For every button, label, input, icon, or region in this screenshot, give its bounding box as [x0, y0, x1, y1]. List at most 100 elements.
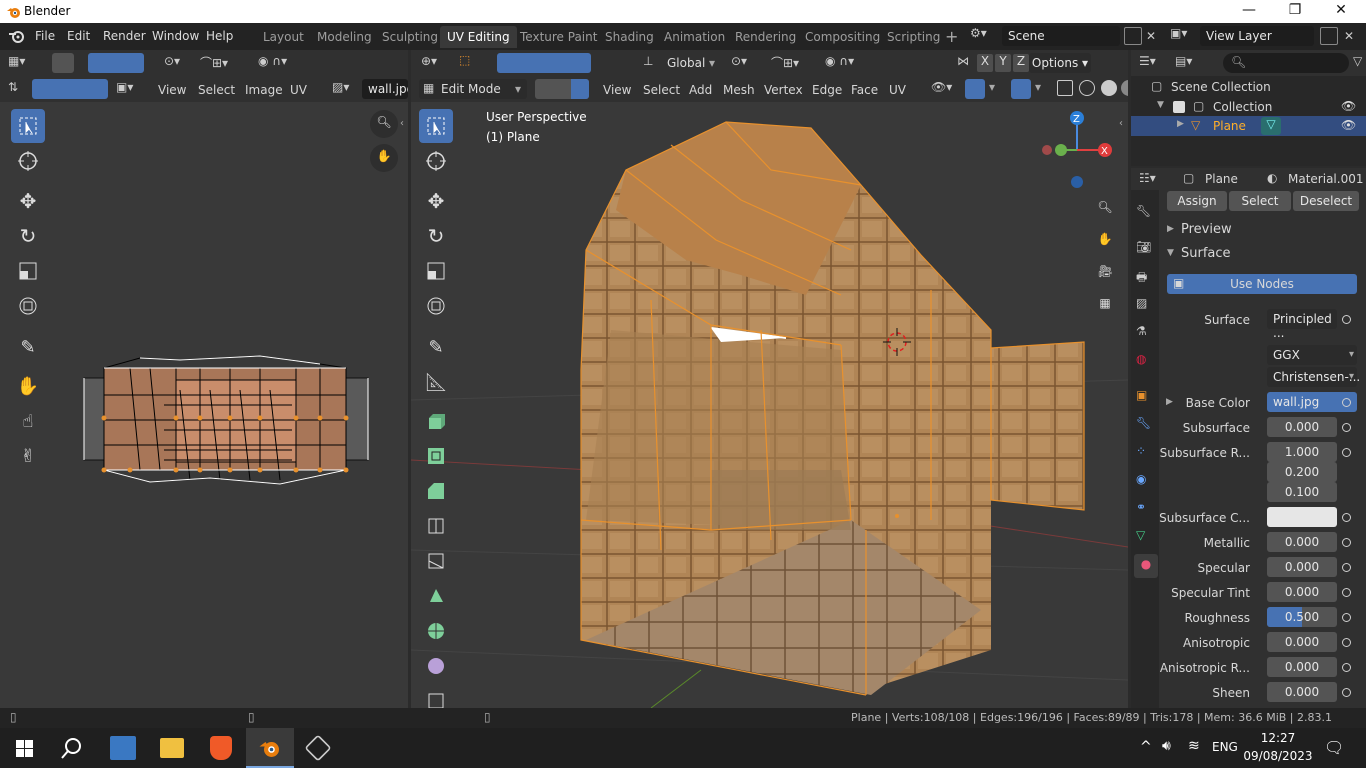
tab-scripting[interactable]: Scripting	[880, 26, 947, 48]
subsurface-color-swatch[interactable]	[1267, 507, 1337, 527]
viewport-menu-vertex[interactable]: Vertex	[764, 83, 803, 97]
surface-link-icon[interactable]	[1342, 315, 1351, 324]
menu-render[interactable]: Render	[103, 29, 146, 43]
clock-time[interactable]: 12:27	[1248, 731, 1308, 745]
extrude-tool[interactable]	[419, 404, 453, 438]
viewport-menu-add[interactable]: Add	[689, 83, 712, 97]
use-nodes-button[interactable]: ▣ Use Nodes	[1167, 274, 1357, 294]
outliner-search-input[interactable]: 🔍︎	[1223, 53, 1349, 73]
proportional-edit-icon[interactable]: ◉ ∩▾	[258, 54, 308, 72]
pinch-tool[interactable]: ✌	[11, 439, 45, 473]
material-tab-icon[interactable]: ●	[1134, 554, 1158, 578]
viewport-proportional-icon[interactable]: ◉ ∩▾	[825, 54, 877, 68]
subsurface-radius-link-icon[interactable]	[1342, 448, 1351, 457]
subsurface-method-chevron-icon[interactable]: ▾	[1349, 371, 1354, 382]
collection-expand-icon[interactable]: ▼	[1157, 100, 1164, 110]
annotate-tool[interactable]: ✎	[11, 330, 45, 364]
sheen-link-icon[interactable]	[1342, 688, 1351, 697]
tab-modeling[interactable]: Modeling	[310, 26, 379, 48]
physics-tab-icon[interactable]: ◉	[1136, 472, 1156, 492]
search-icon[interactable]	[61, 737, 83, 759]
solid-shading-icon[interactable]	[1101, 80, 1117, 96]
add-workspace-icon[interactable]: +	[945, 27, 958, 46]
select-tool-header-icon[interactable]: ⬚	[459, 53, 481, 73]
subsurface-radius-z[interactable]: 0.100	[1267, 482, 1337, 502]
desktop-app-icon[interactable]	[110, 736, 136, 760]
windows-start-icon[interactable]	[16, 740, 33, 757]
view-object-types-icon[interactable]: 👁▾	[931, 80, 961, 94]
sync-selection-icon[interactable]: ⇅	[8, 80, 28, 94]
uv-menu-view[interactable]: View	[158, 83, 186, 97]
scene-selector-icon[interactable]: ⚙▾	[970, 26, 1000, 46]
maximize-button[interactable]: ❐	[1272, 2, 1318, 22]
clock-date[interactable]: 09/08/2023	[1242, 749, 1314, 763]
subsurface-color-link-icon[interactable]	[1342, 513, 1351, 522]
snap-icon[interactable]: ⌒⊞▾	[200, 54, 250, 72]
tab-rendering[interactable]: Rendering	[728, 26, 803, 48]
viewport-cursor-tool[interactable]	[419, 144, 453, 178]
minimize-button[interactable]: —	[1226, 2, 1272, 22]
anisotropic-value[interactable]: 0.000	[1267, 632, 1337, 652]
grab-tool[interactable]: ✋	[11, 369, 45, 403]
subsurface-method-dropdown[interactable]: Christensen-...	[1267, 367, 1360, 387]
overlay-chevron-icon[interactable]: ▾	[1035, 80, 1041, 94]
viewport-transform-tool[interactable]	[419, 289, 453, 323]
transform-orientation-chevron-icon[interactable]: ▾	[709, 56, 715, 70]
tab-sculpting[interactable]: Sculpting	[375, 26, 445, 48]
deselect-button[interactable]: Deselect	[1293, 191, 1359, 211]
viewport-pivot-icon[interactable]: ⊙▾	[731, 54, 761, 68]
metallic-value[interactable]: 0.000	[1267, 532, 1337, 552]
show-hidden-icons-icon[interactable]: ^	[1140, 739, 1152, 755]
spin-tool[interactable]	[419, 614, 453, 648]
outliner-row-plane[interactable]: ▶ ▽ Plane ▽ 👁	[1131, 116, 1366, 136]
view-layer-tab-icon[interactable]: ▨	[1136, 296, 1156, 316]
sheen-value[interactable]: 0.000	[1267, 682, 1337, 702]
select-button[interactable]: Select	[1229, 191, 1291, 211]
viewport-menu-select[interactable]: Select	[643, 83, 680, 97]
tab-compositing[interactable]: Compositing	[798, 26, 887, 48]
3d-viewport[interactable]: ⊕▾ ⬚ ⊥ Global ▾ ⊙▾ ⌒⊞▾ ◉ ∩▾ Options ▾ ▦ …	[411, 50, 1128, 708]
viewport-select-modes-icon[interactable]	[497, 53, 591, 73]
xray-icon[interactable]	[1057, 80, 1073, 96]
mesh-object[interactable]	[411, 50, 1128, 708]
view-layer-icon[interactable]: ▣▾	[1170, 26, 1198, 46]
loop-cut-tool[interactable]	[419, 509, 453, 543]
close-button[interactable]: ✕	[1318, 2, 1364, 22]
move-tool[interactable]: ✥	[11, 184, 45, 218]
anisotropic-rotation-value[interactable]: 0.000	[1267, 657, 1337, 677]
relax-tool[interactable]: ☝	[11, 404, 45, 438]
distribution-chevron-icon[interactable]: ▾	[1349, 349, 1354, 360]
scale-tool[interactable]	[11, 254, 45, 288]
viewport-select-box-tool[interactable]	[419, 109, 453, 143]
unity-hub-icon[interactable]	[304, 734, 332, 762]
constraints-tab-icon[interactable]: ⚭	[1136, 500, 1156, 520]
navigation-gizmo[interactable]: Z X	[1041, 110, 1117, 190]
brave-browser-icon[interactable]	[210, 736, 232, 760]
assign-button[interactable]: Assign	[1167, 191, 1227, 211]
rotate-tool[interactable]: ↻	[11, 219, 45, 253]
orientation-icon[interactable]: ⊥	[643, 54, 659, 68]
metallic-link-icon[interactable]	[1342, 538, 1351, 547]
wireframe-shading-icon[interactable]	[1079, 80, 1095, 96]
roughness-link-icon[interactable]	[1342, 613, 1351, 622]
vertex-edge-face-select[interactable]	[535, 79, 589, 99]
editor-type-icon[interactable]: ▦▾	[8, 54, 40, 72]
tab-layout[interactable]: Layout	[256, 26, 311, 48]
base-color-expand-icon[interactable]: ▶	[1166, 397, 1173, 407]
subsurface-link-icon[interactable]	[1342, 423, 1351, 432]
mirror-icon[interactable]: ⋈	[957, 54, 977, 68]
subsurface-value[interactable]: 0.000	[1267, 417, 1337, 437]
measure-tool[interactable]: 📐︎	[419, 365, 453, 399]
poly-build-tool[interactable]	[419, 579, 453, 613]
specular-link-icon[interactable]	[1342, 563, 1351, 572]
smooth-tool[interactable]	[419, 649, 453, 683]
plane-expand-icon[interactable]: ▶	[1177, 119, 1184, 129]
tab-texture-paint[interactable]: Texture Paint	[513, 26, 604, 48]
surface-shader-field[interactable]: Principled ...	[1267, 309, 1337, 340]
properties-editor-type-icon[interactable]: ☷▾	[1139, 171, 1171, 185]
new-view-layer-icon[interactable]	[1320, 27, 1338, 45]
surface-panel-header[interactable]: ▼ Surface	[1167, 246, 1357, 266]
uv-map[interactable]	[80, 350, 375, 490]
viewport-pan-hand-icon[interactable]: ✋	[1091, 226, 1119, 254]
menu-file[interactable]: File	[35, 29, 55, 43]
